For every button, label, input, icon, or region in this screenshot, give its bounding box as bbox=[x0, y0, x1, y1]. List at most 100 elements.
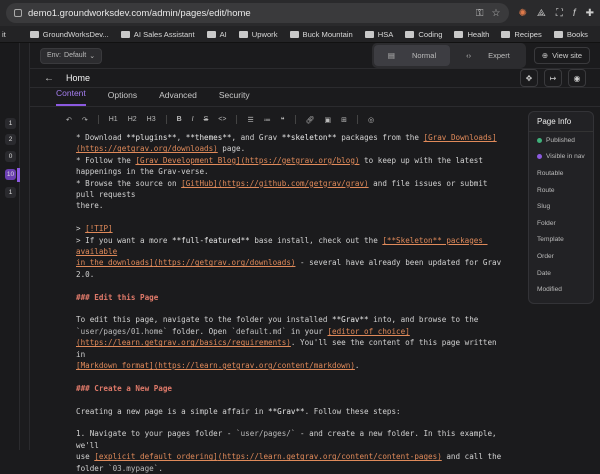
tab-advanced[interactable]: Advanced bbox=[159, 90, 197, 106]
nav-badge[interactable]: 2 bbox=[5, 134, 16, 145]
editor-text-segment: folder. Open bbox=[167, 327, 231, 336]
blockquote-icon[interactable]: ❝ bbox=[281, 116, 285, 124]
tab-security[interactable]: Security bbox=[219, 90, 250, 106]
editor-text-segment: (https://github.com/getgrav/grav) bbox=[218, 179, 369, 188]
preview-icon[interactable]: ◎ bbox=[368, 116, 374, 124]
extension-icon[interactable]: ✺ bbox=[519, 8, 527, 19]
editor-line: in the downloads](https://getgrav.org/do… bbox=[76, 257, 506, 280]
editor-line: happenings in the Grav-verse. bbox=[76, 166, 506, 177]
bookmark-label: Health bbox=[467, 30, 489, 39]
editor-text-segment: into, and browse to the bbox=[369, 315, 479, 324]
editor-text-segment: **plugins** bbox=[126, 133, 176, 142]
editor-line bbox=[76, 280, 506, 291]
editor-line bbox=[76, 394, 506, 405]
address-bar[interactable]: demo1.groundworksdev.com/admin/pages/edi… bbox=[6, 3, 509, 23]
screenshot-icon[interactable]: ⛶ bbox=[556, 8, 563, 19]
mode-normal-button[interactable]: ▤ Normal bbox=[374, 45, 450, 66]
page-title: Home bbox=[66, 73, 90, 83]
environment-select[interactable]: Env: Default ⌄ bbox=[40, 48, 102, 64]
heading-1-button[interactable]: H1 bbox=[109, 116, 118, 123]
status-dot-icon bbox=[537, 138, 542, 143]
mode-expert-button[interactable]: ‹› Expert bbox=[452, 45, 524, 66]
page-info-field: Routable bbox=[529, 165, 593, 182]
nav-badge[interactable]: 1 bbox=[5, 118, 16, 129]
undo-icon[interactable]: ↶ bbox=[66, 116, 72, 124]
strikethrough-button[interactable]: S bbox=[204, 116, 209, 123]
table-icon[interactable]: ⊞ bbox=[341, 116, 347, 124]
bold-button[interactable]: B bbox=[177, 116, 182, 123]
bookmark-item[interactable]: Recipes bbox=[501, 30, 541, 39]
bookmark-item[interactable]: it bbox=[2, 30, 6, 39]
bookmark-label: Upwork bbox=[252, 30, 278, 39]
bullet-list-icon[interactable]: ☰ bbox=[247, 116, 253, 124]
bookmark-item[interactable]: Upwork bbox=[239, 30, 278, 39]
expand-panel-icon[interactable]: ↦ bbox=[544, 69, 562, 87]
editor-line bbox=[76, 303, 506, 314]
link-icon[interactable]: 🔗︎ bbox=[306, 116, 315, 124]
tab-content[interactable]: Content bbox=[56, 88, 86, 106]
editor-text-segment: . bbox=[355, 361, 360, 370]
browser-chrome: demo1.groundworksdev.com/admin/pages/edi… bbox=[0, 0, 600, 26]
italic-button[interactable]: I bbox=[192, 116, 194, 123]
editor-text-segment: , and Grav bbox=[231, 133, 281, 142]
editor-text-segment: 1. Navigate to your pages folder - bbox=[76, 429, 236, 438]
mode-normal-label: Normal bbox=[405, 48, 443, 63]
heading-2-button[interactable]: H2 bbox=[128, 116, 137, 123]
numbered-list-icon[interactable]: ≔ bbox=[264, 116, 271, 124]
bookmark-item[interactable]: Coding bbox=[405, 30, 442, 39]
puzzle-icon[interactable]: ✚ bbox=[586, 8, 594, 19]
editor-text-segment: [GitHub] bbox=[181, 179, 218, 188]
editor-line: `user/pages/01.home` folder. Open `defau… bbox=[76, 326, 506, 337]
bookmark-item[interactable]: GroundWorksDev... bbox=[30, 30, 109, 39]
editor-line: > [!TIP] bbox=[76, 223, 506, 234]
bookmark-item[interactable]: AI Sales Assistant bbox=[121, 30, 195, 39]
nav-badge[interactable]: 0 bbox=[5, 151, 16, 162]
editor-text-segment: * Download bbox=[76, 133, 126, 142]
heading-3-button[interactable]: H3 bbox=[147, 116, 156, 123]
back-arrow-icon[interactable]: ← bbox=[44, 73, 54, 84]
site-info-icon[interactable] bbox=[14, 9, 22, 17]
bookmark-item[interactable]: AI bbox=[207, 30, 227, 39]
page-info-title: Page Info bbox=[529, 117, 593, 132]
extension-icon-2[interactable]: ⟁ bbox=[537, 8, 546, 19]
bookmark-label: Coding bbox=[418, 30, 442, 39]
editor-line: use [explicit default ordering](https://… bbox=[76, 451, 506, 462]
redo-icon[interactable]: ↷ bbox=[82, 116, 88, 124]
editor-text-segment: * Browse the source on bbox=[76, 179, 181, 188]
preview-eye-icon[interactable]: ◉ bbox=[568, 69, 586, 87]
image-icon[interactable]: ▣ bbox=[324, 116, 331, 124]
editor-text-segment: `03.mypage` bbox=[108, 464, 158, 473]
bookmark-star-icon[interactable]: ☆ bbox=[492, 8, 501, 19]
move-icon[interactable]: ✥ bbox=[520, 69, 538, 87]
bookmark-item[interactable]: Health bbox=[454, 30, 489, 39]
page-info-field: Modified bbox=[529, 281, 593, 298]
bookmark-item[interactable]: Books bbox=[554, 30, 588, 39]
tab-options[interactable]: Options bbox=[108, 90, 137, 106]
editor-text-segment: (https://getgrav.org/downloads) bbox=[154, 258, 296, 267]
top-bar: Env: Default ⌄ ▤ Normal ‹› Expert ⊕ View… bbox=[30, 43, 600, 69]
bookmarks-bar: it GroundWorksDev... AI Sales Assistant AI U… bbox=[0, 26, 600, 43]
view-site-button[interactable]: ⊕ View site bbox=[534, 47, 590, 64]
editor-text-segment: happenings in the Grav-verse. bbox=[76, 167, 209, 176]
editor-toolbar: ↶ ↷ H1 H2 H3 B I S <> ☰ ≔ ❝ 🔗︎ bbox=[66, 110, 590, 129]
font-extension-icon[interactable]: f bbox=[573, 8, 576, 19]
main-area: Env: Default ⌄ ▤ Normal ‹› Expert ⊕ View… bbox=[30, 43, 600, 450]
editor-text-segment: , bbox=[177, 133, 186, 142]
editor-text-segment: **Grav** bbox=[332, 315, 369, 324]
document-icon: ▤ bbox=[381, 48, 402, 63]
editor-text-segment: ### Create a New Page bbox=[76, 384, 172, 393]
bookmark-item[interactable]: Buck Mountain bbox=[290, 30, 353, 39]
bookmark-label: Buck Mountain bbox=[303, 30, 353, 39]
editor-line: (https://getgrav.org/downloads) page. bbox=[76, 143, 506, 154]
markdown-content[interactable]: * Download **plugins**, **themes**, and … bbox=[76, 132, 506, 474]
editor-text-segment: ### Edit this Page bbox=[76, 293, 158, 302]
folder-icon bbox=[405, 31, 414, 38]
nav-badge[interactable]: 10 bbox=[5, 169, 16, 180]
markdown-editor[interactable]: ↶ ↷ H1 H2 H3 B I S <> ☰ ≔ ❝ 🔗︎ bbox=[30, 107, 600, 474]
bookmark-item[interactable]: HSA bbox=[365, 30, 394, 39]
code-icon[interactable]: <> bbox=[218, 116, 226, 123]
url-text: demo1.groundworksdev.com/admin/pages/edi… bbox=[28, 8, 251, 19]
editor-text-segment: > If you want a more bbox=[76, 236, 172, 245]
key-icon[interactable]: ⚿ bbox=[476, 8, 484, 19]
nav-badge[interactable]: 1 bbox=[5, 187, 16, 198]
